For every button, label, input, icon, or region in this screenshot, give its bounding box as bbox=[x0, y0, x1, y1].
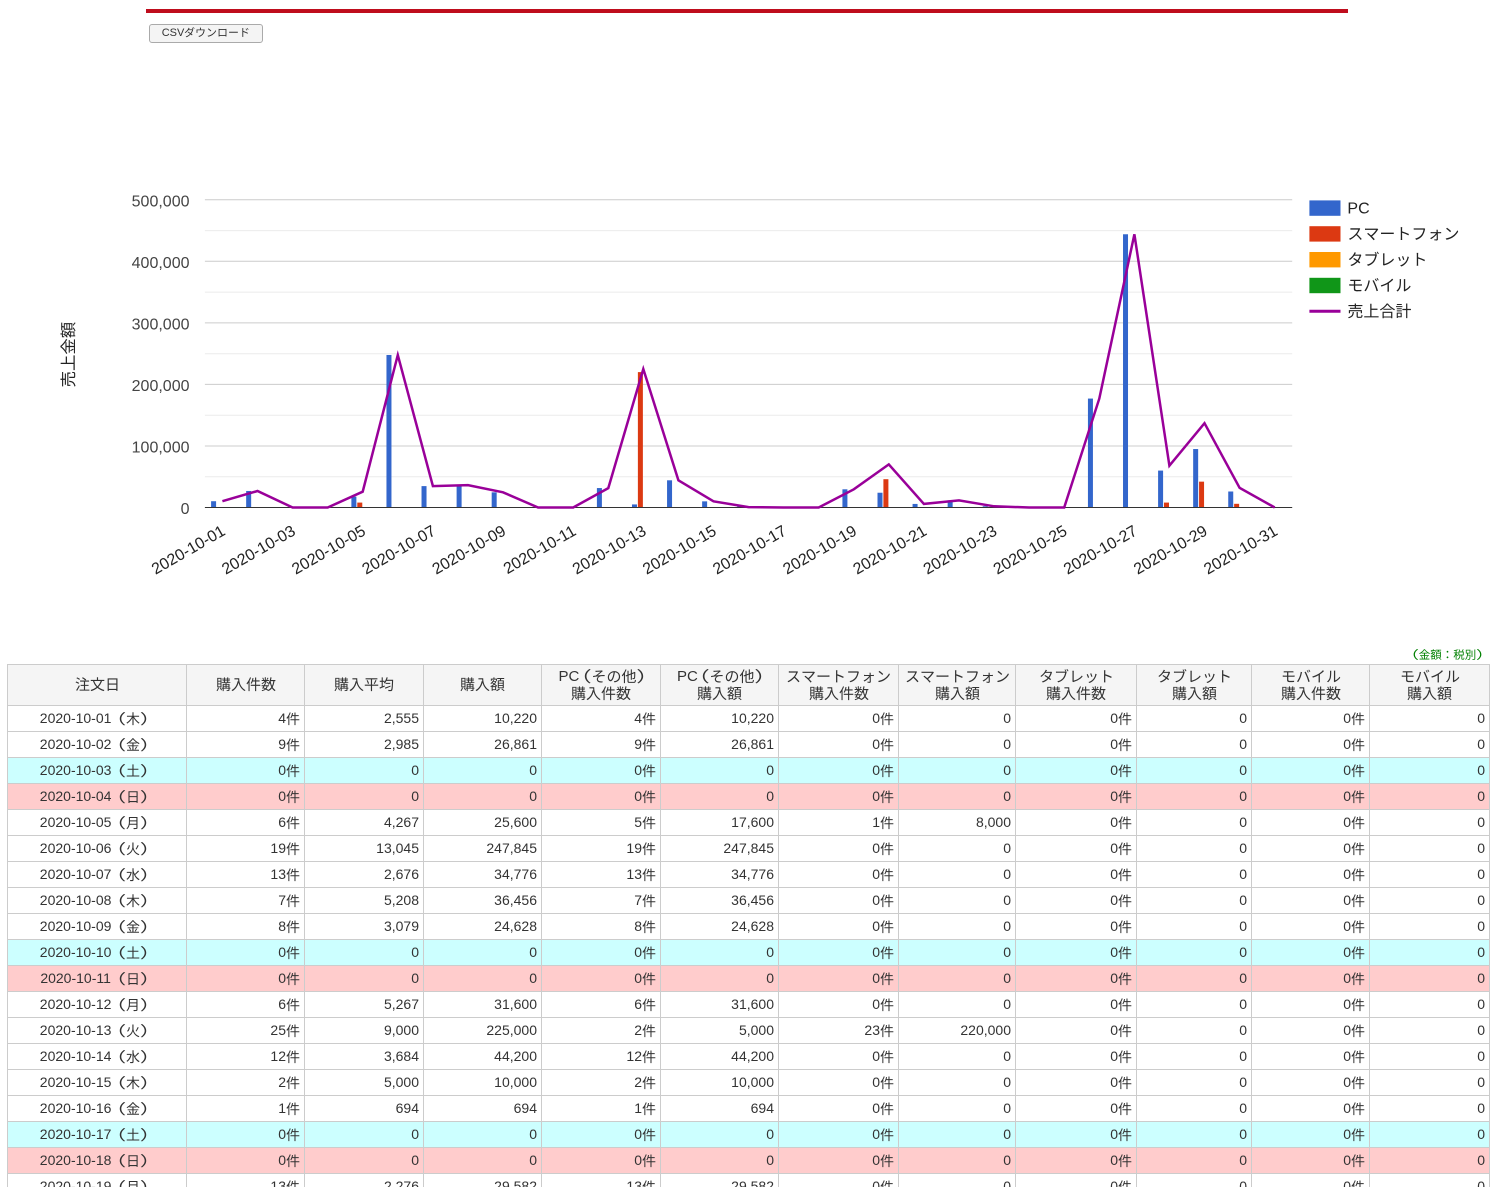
svg-text:2020-10-01: 2020-10-01 bbox=[149, 523, 228, 579]
svg-text:2020-10-27: 2020-10-27 bbox=[1061, 523, 1140, 579]
svg-text:300,000: 300,000 bbox=[132, 316, 190, 333]
svg-text:0: 0 bbox=[181, 501, 190, 518]
svg-text:2020-10-03: 2020-10-03 bbox=[219, 523, 298, 579]
svg-text:2020-10-17: 2020-10-17 bbox=[710, 523, 789, 579]
svg-text:2020-10-21: 2020-10-21 bbox=[851, 523, 930, 579]
svg-text:100,000: 100,000 bbox=[132, 440, 190, 457]
svg-text:2020-10-13: 2020-10-13 bbox=[570, 523, 649, 579]
svg-text:PC: PC bbox=[1347, 201, 1369, 218]
svg-text:2020-10-19: 2020-10-19 bbox=[780, 523, 859, 579]
svg-text:2020-10-23: 2020-10-23 bbox=[921, 523, 1000, 579]
svg-text:500,000: 500,000 bbox=[132, 193, 190, 210]
svg-text:2020-10-09: 2020-10-09 bbox=[430, 523, 509, 579]
svg-text:2020-10-31: 2020-10-31 bbox=[1201, 523, 1280, 579]
svg-text:2020-10-25: 2020-10-25 bbox=[991, 523, 1070, 579]
svg-text:2020-10-05: 2020-10-05 bbox=[289, 523, 368, 579]
svg-text:2020-10-29: 2020-10-29 bbox=[1131, 523, 1210, 579]
svg-text:400,000: 400,000 bbox=[132, 255, 190, 272]
svg-text:2020-10-07: 2020-10-07 bbox=[360, 523, 439, 579]
svg-text:200,000: 200,000 bbox=[132, 378, 190, 395]
svg-text:2020-10-11: 2020-10-11 bbox=[501, 523, 579, 578]
svg-text:2020-10-15: 2020-10-15 bbox=[640, 523, 719, 579]
